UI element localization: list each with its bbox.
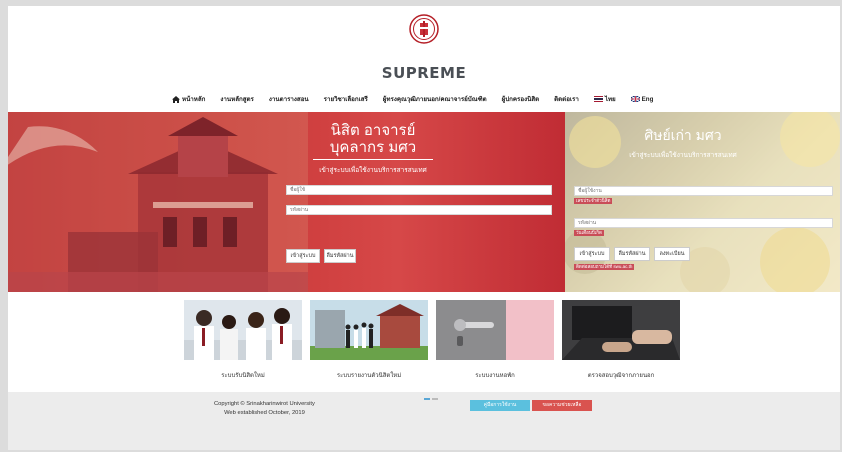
staff-login-subtitle: เข้าสู่ระบบเพื่อใช้งานบริการสารสนเทศ [319,167,427,174]
page-frame: SUPREME หน้าหลัก งานหลักสูตร งานตารางสอน… [8,6,840,450]
home-icon [172,95,180,103]
carousel-indicator[interactable] [424,398,438,400]
staff-login-button[interactable]: เข้าสู่ระบบ [286,249,320,263]
carousel-dot[interactable] [432,398,438,400]
card-caption-dormitory: ระบบงานหอพัก [475,373,515,379]
nav-parents-label: ผู้ปกครองนิสิต [501,96,540,103]
door-handle-image [436,300,554,360]
campus-building-image [8,112,308,292]
campus-students-image [310,300,428,360]
nav-timetable[interactable]: งานตารางสอน [269,94,309,104]
alumni-login-subtitle: เข้าสู่ระบบเพื่อใช้งานบริการสารสนเทศ [629,152,737,159]
card-new-student-report[interactable]: ระบบรายงานตัวนิสิตใหม่ [310,300,428,396]
login-hero: นิสิต อาจารย์ บุคลากร มศว เข้าสู่ระบบเพื… [8,112,840,292]
nav-lang-th-label: ไทย [604,96,616,103]
user-manual-button[interactable]: คู่มือการใช้งาน [470,400,530,411]
main-nav: หน้าหลัก งานหลักสูตร งานตารางสอน รายวิชา… [172,94,653,104]
nav-home-label: หน้าหลัก [182,96,206,103]
nav-curriculum[interactable]: งานหลักสูตร [220,94,253,104]
card-new-student-admission[interactable]: ระบบรับนิสิตใหม่ [184,300,302,396]
thai-flag-icon [593,96,603,102]
university-seal-logo [409,14,439,44]
alumni-forgot-password-button[interactable]: ลืมรหัสผ่าน [614,247,650,261]
footer-copyright: Copyright © Srinakharinwirot University … [214,400,315,418]
nav-elective[interactable]: รายวิชาเลือกเสรี [324,94,368,104]
alumni-register-button[interactable]: ลงทะเบียน [654,247,690,261]
staff-username-input[interactable] [286,185,552,195]
brand-title: SUPREME [381,64,467,82]
card-caption-qualification: ตรวจสอบวุฒิจากภายนอก [587,373,655,379]
uk-flag-icon [630,96,640,102]
staff-login-panel: นิสิต อาจารย์ บุคลากร มศว เข้าสู่ระบบเพื… [8,112,565,292]
staff-password-input[interactable] [286,205,552,215]
card-caption-report: ระบบรายงานตัวนิสิตใหม่ [336,373,402,379]
alumni-login-title: ศิษย์เก่า มศว [644,127,722,143]
staff-title-line1: นิสิต อาจารย์ [330,122,416,139]
established-text: Web established October, 2019 [224,410,305,416]
card-external-qualification[interactable]: ตรวจสอบวุฒิจากภายนอก [562,300,680,396]
alumni-login-panel: ศิษย์เก่า มศว เข้าสู่ระบบเพื่อใช้งานบริก… [565,112,840,292]
page-footer: Copyright © Srinakharinwirot University … [8,392,840,450]
nav-curriculum-label: งานหลักสูตร [220,96,254,103]
staff-forgot-password-button[interactable]: ลืมรหัสผ่าน [324,249,356,263]
alumni-contact-note: ติดต่อสอบถามได้ที่ swu.ac.th [574,264,635,270]
nav-home[interactable]: หน้าหลัก [172,94,205,104]
title-divider [313,159,433,160]
card-caption-admission: ระบบรับนิสิตใหม่ [221,373,265,379]
nav-lang-en-label: Eng [641,95,654,103]
nav-contact-label: ติดต่อเรา [554,96,579,103]
carousel-dot-active[interactable] [424,398,430,400]
nav-lang-th[interactable]: ไทย [593,94,616,104]
card-dormitory[interactable]: ระบบงานหอพัก [436,300,554,396]
alumni-password-hint: วันเดือนปีเกิด [574,230,604,236]
staff-title-line2: บุคลากร มศว [329,139,417,156]
staff-login-title: นิสิต อาจารย์ บุคลากร มศว [308,122,438,156]
nav-external-experts[interactable]: ผู้ทรงคุณวุฒิภายนอก/คณาจารย์บัณฑิต [383,94,487,104]
nav-external-experts-label: ผู้ทรงคุณวุฒิภายนอก/คณาจารย์บัณฑิต [382,96,487,103]
alumni-username-input[interactable] [574,186,833,196]
service-cards: ระบบรับนิสิตใหม่ ระบบรายงานตัวนิสิตใหม่ [184,300,680,396]
nav-lang-en[interactable]: Eng [630,95,654,103]
copyright-text: Copyright © Srinakharinwirot University [214,401,315,407]
students-group-image [184,300,302,360]
nav-timetable-label: งานตารางสอน [268,96,309,103]
laptop-typing-image [562,300,680,360]
alumni-login-button[interactable]: เข้าสู่ระบบ [574,247,610,261]
nav-parents[interactable]: ผู้ปกครองนิสิต [502,94,540,104]
alumni-password-input[interactable] [574,218,833,228]
alumni-username-hint: เลขประจำตัวนิสิต [574,198,613,204]
help-request-button[interactable]: ขอความช่วยเหลือ [532,400,592,411]
nav-contact[interactable]: ติดต่อเรา [554,94,579,104]
nav-elective-label: รายวิชาเลือกเสรี [323,96,368,103]
